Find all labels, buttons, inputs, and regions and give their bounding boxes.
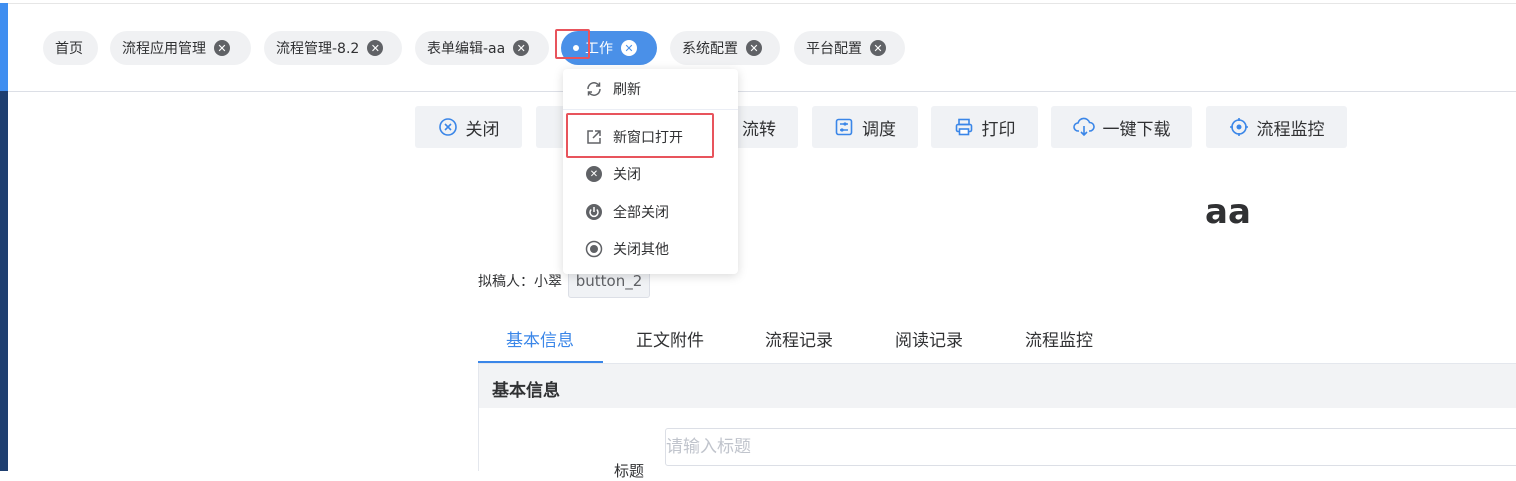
tab-close-icon[interactable]: ✕ [746, 40, 762, 56]
refresh-icon [585, 80, 603, 98]
process-monitor-button-label: 流程监控 [1256, 119, 1325, 140]
menu-item-label: 关闭 [613, 167, 641, 183]
tab-label: 流程应用管理 [122, 41, 206, 57]
process-monitor-button[interactable]: 流程监控 [1206, 106, 1347, 148]
menu-item-label: 全部关闭 [613, 205, 669, 221]
drafter-name: 小翠 [534, 274, 562, 290]
target-icon [1229, 117, 1249, 137]
cloud-download-icon [1072, 117, 1095, 137]
tab-label: 表单编辑-aa [427, 41, 506, 57]
tab-close-icon[interactable]: ✕ [870, 40, 886, 56]
sidebar-edge-accent [0, 3, 8, 91]
close-button-label: 关闭 [465, 119, 500, 140]
tab-context-menu: 刷新 新窗口打开 ✕ 关闭 全部关闭 关闭其他 [563, 69, 738, 274]
highlight-box [555, 29, 590, 59]
close-circle-icon [438, 117, 458, 137]
document-title: aa [1205, 192, 1251, 232]
tab-label: 平台配置 [806, 41, 862, 57]
close-button[interactable]: 关闭 [415, 106, 522, 148]
sidebar-edge [0, 91, 8, 471]
subtab-body-attachments[interactable]: 正文附件 [636, 326, 704, 351]
subtab-read-records[interactable]: 阅读记录 [895, 326, 963, 351]
tab-close-icon[interactable]: ✕ [621, 40, 637, 56]
tab-process-app-management[interactable]: 流程应用管理 ✕ [110, 31, 251, 65]
radio-dot-icon [585, 240, 603, 258]
drafter-label: 拟稿人： [478, 274, 534, 290]
tab-process-management[interactable]: 流程管理-8.2 ✕ [264, 31, 402, 65]
schedule-button-label: 调度 [862, 119, 896, 140]
printer-icon [954, 117, 974, 137]
tab-close-icon[interactable]: ✕ [513, 40, 530, 56]
transfer-button-label: 流转 [742, 119, 776, 140]
schedule-button[interactable]: 调度 [812, 106, 918, 148]
tab-system-config[interactable]: 系统配置 ✕ [670, 31, 780, 65]
menu-item-close[interactable]: ✕ 关闭 [563, 159, 738, 189]
tab-label: 流程管理-8.2 [276, 41, 360, 57]
download-all-button[interactable]: 一键下载 [1051, 106, 1192, 148]
top-border [8, 3, 1516, 4]
tab-close-icon[interactable]: ✕ [214, 40, 230, 56]
subtab-basic-info[interactable]: 基本信息 [506, 326, 574, 351]
sliders-icon [834, 117, 854, 137]
subtab-process-monitor[interactable]: 流程监控 [1025, 326, 1093, 351]
tab-platform-config[interactable]: 平台配置 ✕ [794, 31, 905, 65]
title-input[interactable] [665, 428, 1516, 466]
power-icon [585, 203, 603, 221]
menu-item-close-others[interactable]: 关闭其他 [563, 234, 738, 264]
tab-home[interactable]: 首页 [43, 31, 98, 65]
menu-item-label: 刷新 [613, 82, 641, 98]
highlight-box-menu [566, 113, 714, 158]
menu-item-refresh[interactable]: 刷新 [563, 74, 738, 104]
tab-close-icon[interactable]: ✕ [367, 40, 384, 56]
menu-item-close-all[interactable]: 全部关闭 [563, 197, 738, 227]
menu-item-label: 关闭其他 [613, 242, 669, 258]
menu-divider [563, 109, 738, 110]
close-circle-icon: ✕ [585, 165, 603, 183]
tab-label: 系统配置 [682, 41, 738, 57]
print-button[interactable]: 打印 [931, 106, 1038, 148]
subtab-process-records[interactable]: 流程记录 [765, 326, 833, 351]
tabs-divider [8, 91, 1516, 92]
drafter-info: 拟稿人：小翠 [478, 271, 562, 291]
tab-form-edit[interactable]: 表单编辑-aa ✕ [415, 31, 549, 65]
section-title: 基本信息 [492, 381, 560, 401]
download-all-button-label: 一键下载 [1102, 119, 1171, 140]
print-button-label: 打印 [981, 119, 1016, 140]
tab-label: 首页 [55, 41, 83, 57]
active-subtab-indicator [478, 361, 603, 363]
section-header [478, 364, 1516, 408]
